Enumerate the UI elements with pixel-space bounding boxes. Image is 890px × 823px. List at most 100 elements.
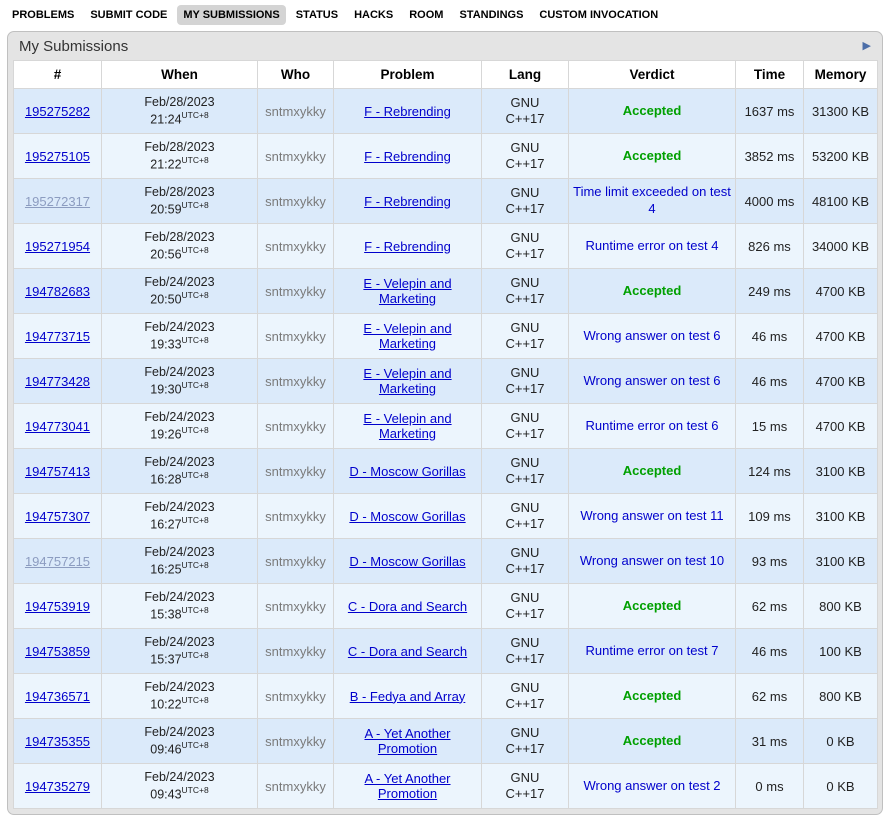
user-link[interactable]: sntmxykky	[265, 329, 326, 344]
problem-link[interactable]: A - Yet Another Promotion	[364, 771, 450, 801]
submission-problem-cell: F - Rebrending	[334, 179, 482, 224]
user-link[interactable]: sntmxykky	[265, 149, 326, 164]
problem-link[interactable]: E - Velepin and Marketing	[363, 411, 451, 441]
submission-time-of-day: 20:59	[150, 203, 181, 217]
user-link[interactable]: sntmxykky	[265, 554, 326, 569]
submission-lang: GNU C++17	[482, 314, 569, 359]
submission-id-link[interactable]: 194757413	[25, 464, 90, 479]
submission-date: Feb/24/2023	[144, 725, 214, 739]
submission-time-of-day: 09:46	[150, 743, 181, 757]
submission-who-cell: sntmxykky	[258, 764, 334, 809]
submission-row: 194757307 Feb/24/202316:27UTC+8 sntmxykk…	[14, 494, 878, 539]
verdict-text: Accepted	[623, 148, 682, 163]
nav-item-problems[interactable]: PROBLEMS	[6, 5, 80, 25]
submission-id-link[interactable]: 195275105	[25, 149, 90, 164]
submission-who-cell: sntmxykky	[258, 269, 334, 314]
submission-date: Feb/24/2023	[144, 590, 214, 604]
submission-problem-cell: F - Rebrending	[334, 89, 482, 134]
timezone-label: UTC+8	[182, 740, 209, 750]
lang-label: GNU C++17	[499, 770, 551, 803]
submission-id-link[interactable]: 194773715	[25, 329, 90, 344]
nav-item-custom-invocation[interactable]: CUSTOM INVOCATION	[533, 5, 664, 25]
submission-id-link[interactable]: 194753859	[25, 644, 90, 659]
lang-label: GNU C++17	[499, 185, 551, 218]
nav-item-hacks[interactable]: HACKS	[348, 5, 399, 25]
problem-link[interactable]: D - Moscow Gorillas	[349, 464, 465, 479]
column-header-problem: Problem	[334, 61, 482, 89]
submission-who-cell: sntmxykky	[258, 584, 334, 629]
submission-id-link[interactable]: 194736571	[25, 689, 90, 704]
user-link[interactable]: sntmxykky	[265, 464, 326, 479]
submission-row: 194782683 Feb/24/202320:50UTC+8 sntmxykk…	[14, 269, 878, 314]
submission-id-link[interactable]: 194753919	[25, 599, 90, 614]
submission-id-link[interactable]: 195275282	[25, 104, 90, 119]
problem-link[interactable]: F - Rebrending	[364, 104, 451, 119]
nav-item-submit-code[interactable]: SUBMIT CODE	[84, 5, 173, 25]
submission-id-link[interactable]: 194735279	[25, 779, 90, 794]
user-link[interactable]: sntmxykky	[265, 374, 326, 389]
verdict-text: Time limit exceeded on test 4	[573, 184, 731, 216]
submission-id-link[interactable]: 195271954	[25, 239, 90, 254]
user-link[interactable]: sntmxykky	[265, 419, 326, 434]
submission-memory: 3100 KB	[804, 449, 878, 494]
problem-link[interactable]: D - Moscow Gorillas	[349, 509, 465, 524]
submission-id-link[interactable]: 194773041	[25, 419, 90, 434]
submission-id-cell: 195271954	[14, 224, 102, 269]
user-link[interactable]: sntmxykky	[265, 689, 326, 704]
user-link[interactable]: sntmxykky	[265, 779, 326, 794]
problem-link[interactable]: F - Rebrending	[364, 149, 451, 164]
submission-who-cell: sntmxykky	[258, 179, 334, 224]
submission-row: 194753919 Feb/24/202315:38UTC+8 sntmxykk…	[14, 584, 878, 629]
nav-item-status[interactable]: STATUS	[290, 5, 344, 25]
problem-link[interactable]: A - Yet Another Promotion	[364, 726, 450, 756]
submission-id-cell: 194757307	[14, 494, 102, 539]
nav-item-standings[interactable]: STANDINGS	[453, 5, 529, 25]
lang-label: GNU C++17	[499, 725, 551, 758]
lang-label: GNU C++17	[499, 455, 551, 488]
user-link[interactable]: sntmxykky	[265, 509, 326, 524]
submission-problem-cell: D - Moscow Gorillas	[334, 494, 482, 539]
timezone-label: UTC+8	[182, 515, 209, 525]
problem-link[interactable]: F - Rebrending	[364, 239, 451, 254]
user-link[interactable]: sntmxykky	[265, 644, 326, 659]
timezone-label: UTC+8	[182, 110, 209, 120]
submission-memory: 34000 KB	[804, 224, 878, 269]
submission-problem-cell: B - Fedya and Array	[334, 674, 482, 719]
nav-item-room[interactable]: ROOM	[403, 5, 449, 25]
user-link[interactable]: sntmxykky	[265, 599, 326, 614]
submission-id-link[interactable]: 194782683	[25, 284, 90, 299]
submission-verdict-cell: Accepted	[569, 584, 736, 629]
submission-id-link[interactable]: 194757307	[25, 509, 90, 524]
submission-row: 195275282 Feb/28/202321:24UTC+8 sntmxykk…	[14, 89, 878, 134]
submission-who-cell: sntmxykky	[258, 359, 334, 404]
problem-link[interactable]: F - Rebrending	[364, 194, 451, 209]
user-link[interactable]: sntmxykky	[265, 284, 326, 299]
submission-id-link[interactable]: 195272317	[25, 194, 90, 209]
submission-id-link[interactable]: 194735355	[25, 734, 90, 749]
problem-link[interactable]: E - Velepin and Marketing	[363, 276, 451, 306]
submission-id-link[interactable]: 194757215	[25, 554, 90, 569]
submission-verdict-cell: Accepted	[569, 269, 736, 314]
submission-row: 194753859 Feb/24/202315:37UTC+8 sntmxykk…	[14, 629, 878, 674]
user-link[interactable]: sntmxykky	[265, 194, 326, 209]
problem-link[interactable]: C - Dora and Search	[348, 644, 467, 659]
submission-memory: 800 KB	[804, 674, 878, 719]
submission-lang: GNU C++17	[482, 89, 569, 134]
submission-verdict-cell: Accepted	[569, 719, 736, 764]
nav-item-my-submissions[interactable]: MY SUBMISSIONS	[177, 5, 285, 25]
table-header-row: #WhenWhoProblemLangVerdictTimeMemory	[14, 61, 878, 89]
submission-memory: 4700 KB	[804, 314, 878, 359]
problem-link[interactable]: E - Velepin and Marketing	[363, 321, 451, 351]
submission-lang: GNU C++17	[482, 359, 569, 404]
problem-link[interactable]: E - Velepin and Marketing	[363, 366, 451, 396]
problem-link[interactable]: B - Fedya and Array	[350, 689, 466, 704]
problem-link[interactable]: D - Moscow Gorillas	[349, 554, 465, 569]
submission-id-link[interactable]: 194773428	[25, 374, 90, 389]
expand-arrow-icon[interactable]: ▶	[861, 41, 873, 52]
submission-verdict-cell: Accepted	[569, 449, 736, 494]
user-link[interactable]: sntmxykky	[265, 104, 326, 119]
submission-when: Feb/28/202320:59UTC+8	[102, 179, 258, 224]
user-link[interactable]: sntmxykky	[265, 734, 326, 749]
problem-link[interactable]: C - Dora and Search	[348, 599, 467, 614]
user-link[interactable]: sntmxykky	[265, 239, 326, 254]
